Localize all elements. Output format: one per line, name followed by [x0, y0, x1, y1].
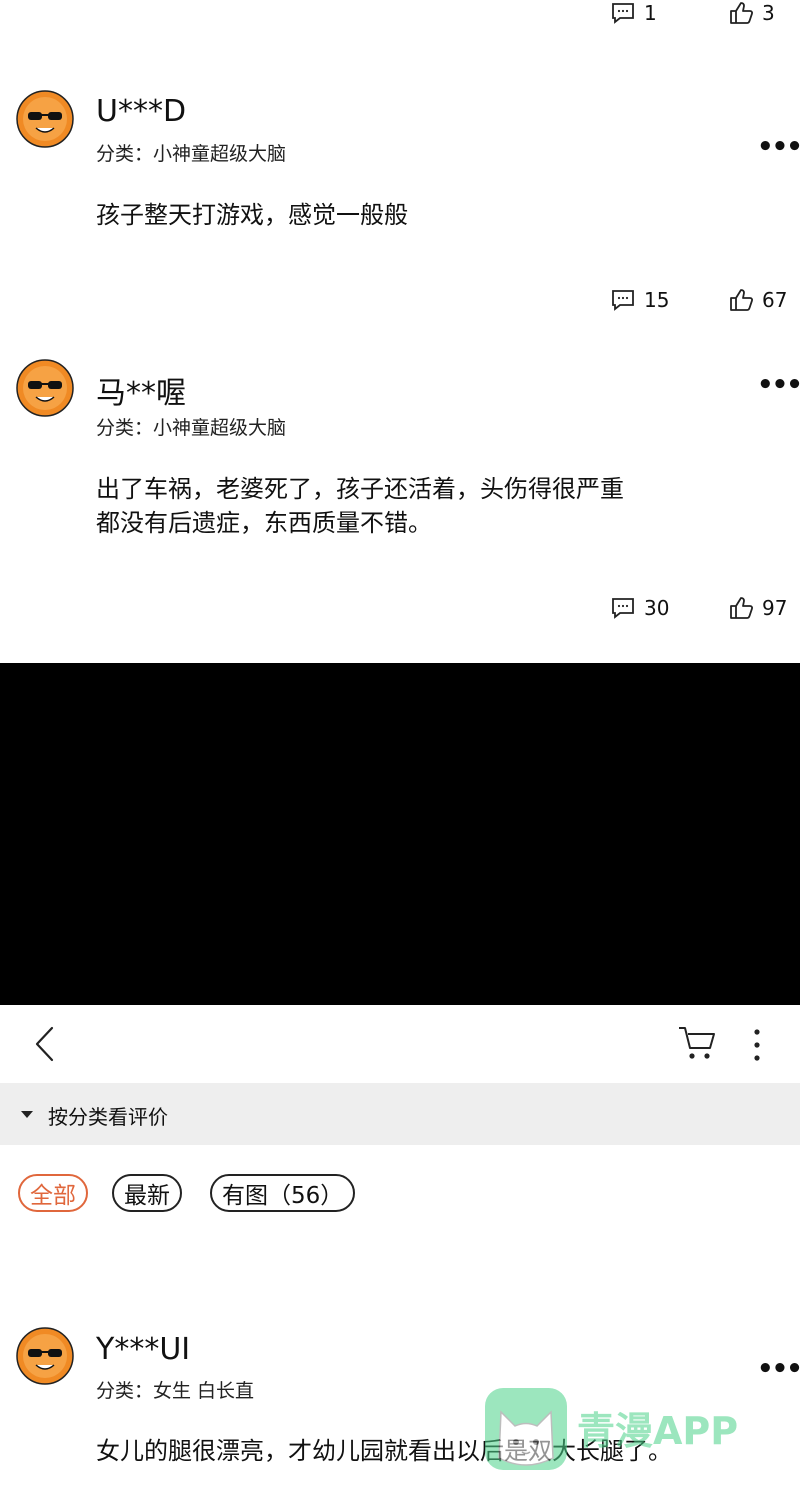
thumbs-up-icon — [730, 289, 754, 311]
avatar[interactable] — [16, 1327, 74, 1389]
review-text-line: 孩子整天打游戏，感觉一般般 — [96, 201, 408, 229]
username[interactable]: Y***UI — [96, 1332, 190, 1367]
avatar-sunglasses-icon — [16, 359, 74, 417]
review-category: 分类：小神童超级大脑 — [96, 143, 287, 165]
avatar[interactable] — [16, 359, 74, 421]
caret-down-icon — [21, 1111, 33, 1118]
chevron-left-icon[interactable] — [32, 1025, 56, 1063]
review-category: 分类：女生 白长直 — [96, 1380, 255, 1402]
review-text: 出了车祸，老婆死了，孩子还活着，头伤得很严重 都没有后遗症，东西质量不错。 — [96, 472, 624, 540]
comment-icon — [612, 598, 634, 619]
chip-all[interactable]: 全部 — [18, 1174, 88, 1212]
vertical-ellipsis-icon[interactable] — [752, 1027, 762, 1063]
chip-with-images[interactable]: 有图（56） — [210, 1174, 356, 1212]
avatar[interactable] — [16, 90, 74, 152]
more-options-icon[interactable]: ••• — [757, 132, 800, 162]
avatar-sunglasses-icon — [16, 1327, 74, 1385]
avatar-sunglasses-icon — [16, 90, 74, 148]
black-panel — [0, 663, 800, 1005]
cart-icon[interactable] — [676, 1023, 718, 1063]
comment-count[interactable]: 1 — [610, 0, 657, 26]
review-text-line: 出了车祸，老婆死了，孩子还活着，头伤得很严重 — [96, 475, 624, 503]
like-count[interactable]: 3 — [728, 0, 775, 26]
comment-count-value: 1 — [644, 1, 657, 25]
like-count-value: 97 — [762, 596, 788, 620]
comment-icon — [612, 290, 634, 311]
top-bar — [0, 1005, 800, 1083]
more-options-icon[interactable]: ••• — [757, 370, 800, 400]
comment-count[interactable]: 30 — [610, 595, 669, 621]
username[interactable]: U***D — [96, 94, 186, 129]
like-count[interactable]: 97 — [728, 595, 787, 621]
review-category: 分类：小神童超级大脑 — [96, 417, 287, 439]
filter-bar[interactable]: 按分类看评价 — [0, 1083, 800, 1145]
comment-count[interactable]: 15 — [610, 287, 669, 313]
comment-count-value: 15 — [644, 288, 670, 312]
like-count[interactable]: 67 — [728, 287, 787, 313]
thumbs-up-icon — [730, 597, 754, 619]
like-count-value: 3 — [762, 1, 775, 25]
watermark: 青漫APP — [485, 1388, 785, 1500]
username[interactable]: 马**喔 — [96, 368, 186, 412]
review-text: 孩子整天打游戏，感觉一般般 — [96, 198, 408, 232]
filter-label: 按分类看评价 — [48, 1105, 168, 1129]
like-count-value: 67 — [762, 288, 788, 312]
more-options-icon[interactable]: ••• — [757, 1354, 800, 1384]
watermark-text: 青漫APP — [577, 1409, 739, 1453]
comment-icon — [612, 3, 634, 24]
comment-count-value: 30 — [644, 596, 670, 620]
thumbs-up-icon — [730, 2, 754, 24]
chip-latest[interactable]: 最新 — [112, 1174, 182, 1212]
review-text-line: 都没有后遗症，东西质量不错。 — [96, 509, 432, 537]
